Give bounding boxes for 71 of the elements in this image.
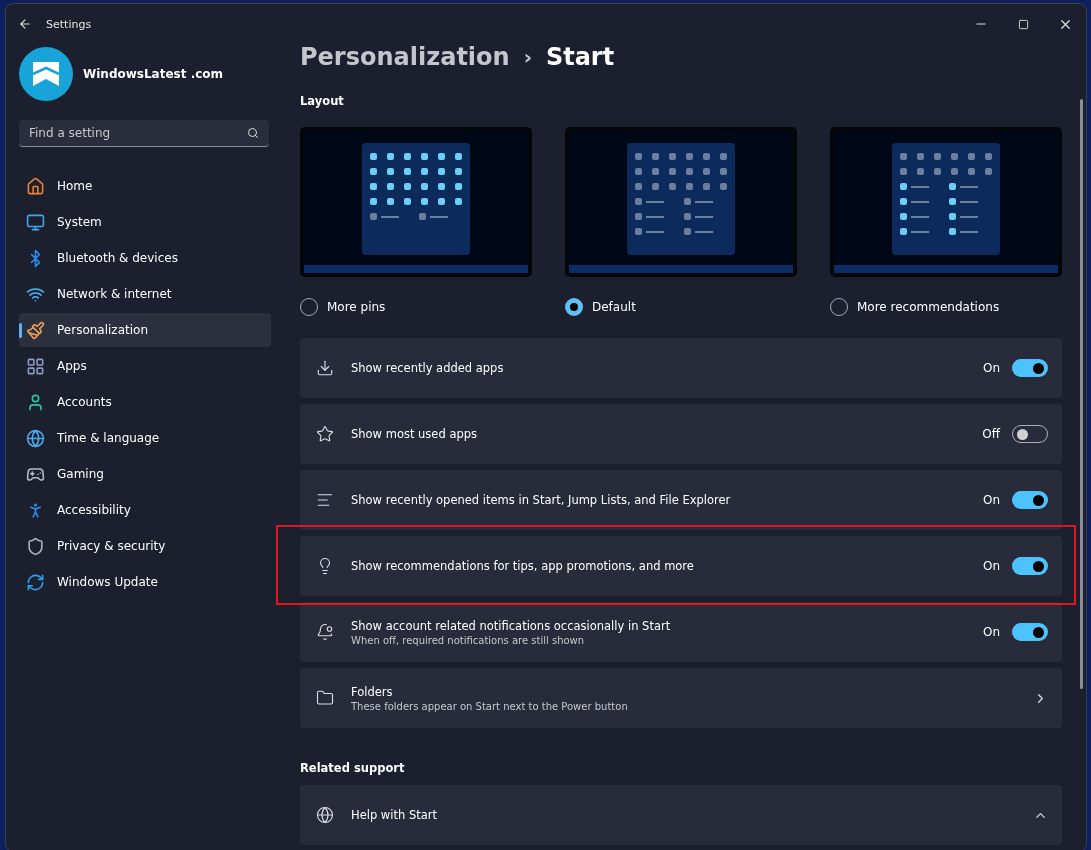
toggle-switch[interactable] (1012, 557, 1048, 575)
toggle-switch[interactable] (1012, 623, 1048, 641)
toggle-state: On (982, 625, 1000, 639)
section-heading: Layout (300, 94, 345, 108)
setting-title: Show most used apps (351, 427, 479, 441)
setting-card[interactable]: Show recommendations for tips, app promotions, and more On (300, 536, 1062, 596)
window-title: Settings (46, 17, 93, 31)
toggle-state: On (982, 559, 1000, 573)
setting-card[interactable]: Show most used apps Off (300, 404, 1062, 464)
setting-description: When off, required notifications are still shown (351, 634, 586, 646)
account-name: WindowsLatest .com (83, 67, 224, 81)
setting-card[interactable]: Show account related notifications occasionally in Start When off, required notifications are still shown On (300, 602, 1062, 662)
nav-icon (26, 392, 45, 412)
search-icon[interactable] (247, 127, 259, 139)
toggle-switch[interactable] (1012, 359, 1048, 377)
scrollbar[interactable] (1080, 99, 1083, 689)
nav-icon (26, 536, 45, 556)
nav-item[interactable]: System (19, 205, 271, 239)
toggle-state: On (982, 361, 1000, 375)
toggle-state: Off (982, 427, 1000, 441)
nav-icon (26, 572, 45, 592)
account-avatar (19, 47, 73, 101)
setting-icon (316, 623, 334, 641)
nav-item[interactable]: Windows Update (19, 565, 271, 599)
nav-item[interactable]: Accessibility (19, 493, 271, 527)
nav-icon (26, 428, 45, 448)
setting-card[interactable]: Show recently opened items in Start, Jump Lists, and File Explorer On (300, 470, 1062, 530)
radio-label: More recommendations (857, 300, 1000, 314)
setting-title: Help with Start (351, 808, 439, 822)
setting-title: Show recently added apps (351, 361, 505, 375)
radio-label: Default (592, 300, 636, 314)
nav-item[interactable]: Network & internet (19, 277, 271, 311)
nav-item[interactable]: Bluetooth & devices (19, 241, 271, 275)
radio-button[interactable] (565, 298, 583, 316)
help-card[interactable]: Help with Start (300, 785, 1062, 845)
back-icon[interactable] (18, 17, 32, 31)
maximize-icon (1017, 18, 1029, 30)
page-title: Start (545, 43, 615, 71)
radio-label: More pins (327, 300, 386, 314)
setting-title: Folders (351, 684, 394, 699)
start-layout-preview[interactable] (830, 127, 1062, 277)
nav-item[interactable]: Privacy & security (19, 529, 271, 563)
nav-item[interactable]: Gaming (19, 457, 271, 491)
setting-icon (316, 491, 334, 509)
setting-card[interactable]: Show recently added apps On (300, 338, 1062, 398)
nav-icon (26, 320, 45, 340)
setting-title: Show account related notifications occasionally in Start (351, 618, 672, 633)
setting-title: Show recently opened items in Start, Jump Lists, and File Explorer (351, 493, 732, 507)
nav-item[interactable]: Accounts (19, 385, 271, 419)
globe-icon (316, 806, 334, 824)
setting-title: Show recommendations for tips, app promotions, and more (351, 559, 695, 573)
nav-icon (26, 356, 45, 376)
breadcrumb-link[interactable]: Personalization (300, 43, 510, 71)
start-layout-preview[interactable] (300, 127, 532, 277)
setting-icon (316, 425, 334, 443)
nav-icon (26, 176, 45, 196)
toggle-switch[interactable] (1012, 491, 1048, 509)
setting-description: These folders appear on Start next to the Power button (351, 700, 629, 712)
nav-item[interactable]: Apps (19, 349, 271, 383)
breadcrumb-separator: › (523, 45, 532, 69)
setting-icon (316, 359, 334, 377)
setting-card[interactable]: Folders These folders appear on Start next to the Power button (300, 668, 1062, 728)
search-field[interactable]: Find a setting (19, 120, 269, 147)
nav-item[interactable]: Personalization (19, 313, 271, 347)
toggle-state: On (982, 493, 1000, 507)
nav-icon (26, 212, 45, 232)
nav-item[interactable]: Home (19, 169, 271, 203)
start-layout-preview[interactable] (565, 127, 797, 277)
section-heading: Related support (300, 761, 406, 775)
setting-icon (316, 689, 334, 707)
nav-item[interactable]: Time & language (19, 421, 271, 455)
